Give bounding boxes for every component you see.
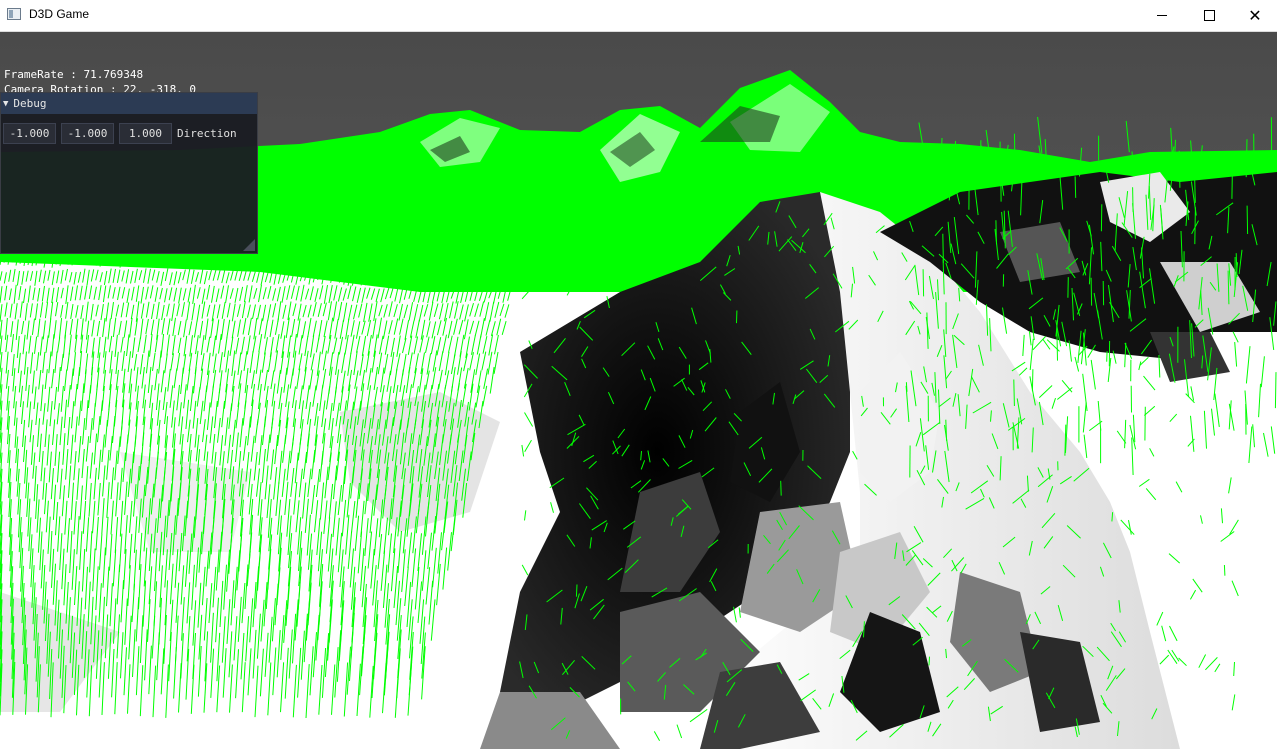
collapse-arrow-icon[interactable]: ▼ (3, 99, 8, 109)
window-title: D3D Game (29, 7, 90, 21)
app-icon (7, 8, 21, 20)
maximize-button[interactable] (1186, 0, 1232, 31)
direction-y-field[interactable]: -1.000 (61, 123, 114, 144)
title-bar[interactable]: D3D Game ✕ (0, 0, 1277, 32)
minimize-button[interactable] (1139, 0, 1185, 31)
close-button[interactable]: ✕ (1232, 0, 1277, 31)
resize-grip-icon[interactable] (243, 239, 255, 251)
debug-window-header[interactable]: ▼ Debug (1, 93, 257, 114)
close-icon: ✕ (1248, 5, 1262, 25)
minimize-icon (1157, 15, 1167, 16)
maximize-icon (1203, 10, 1215, 21)
direction-x-field[interactable]: -1.000 (3, 123, 56, 144)
direction-row: -1.000 -1.000 1.000 Direction (3, 123, 237, 144)
debug-window[interactable]: ▼ Debug -1.000 -1.000 1.000 Direction (0, 92, 258, 254)
direction-z-field[interactable]: 1.000 (119, 123, 172, 144)
debug-window-title: Debug (13, 97, 47, 110)
framerate-readout: FrameRate : 71.769348 (4, 68, 144, 81)
direction-label: Direction (177, 127, 237, 140)
render-viewport[interactable]: FrameRate : 71.769348 Camera Rotation : … (0, 32, 1277, 749)
